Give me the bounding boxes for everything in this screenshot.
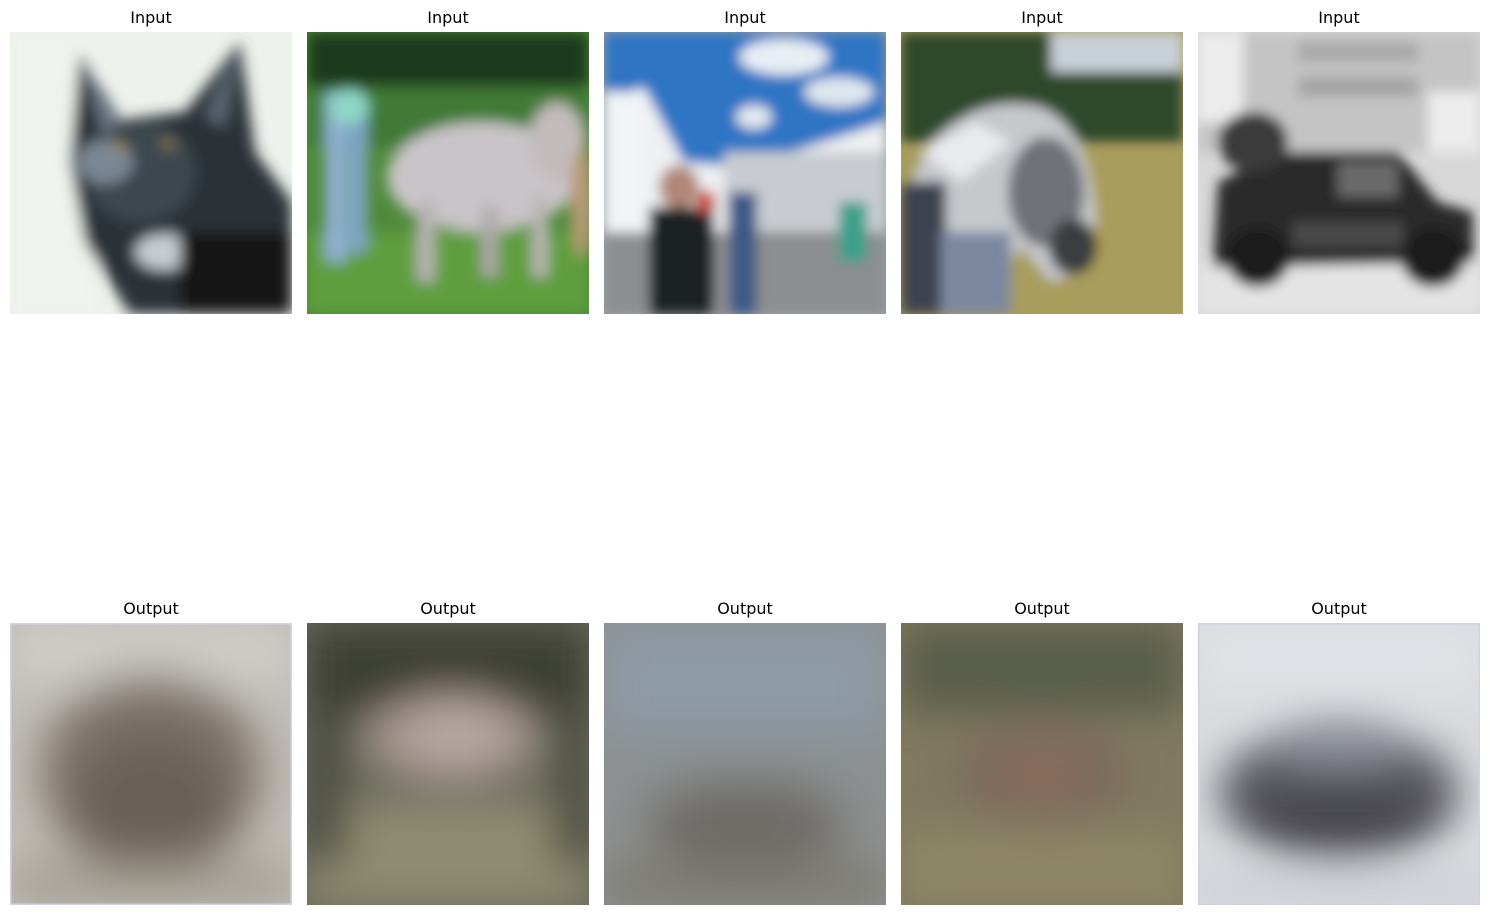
output-image-4 (901, 623, 1183, 905)
panel-title: Output (420, 599, 476, 618)
panel-title: Input (130, 8, 172, 27)
panel-title: Output (717, 599, 773, 618)
panel-title: Input (1021, 8, 1063, 27)
input-image-car (1198, 32, 1480, 314)
panel-title: Output (1311, 599, 1367, 618)
input-image-horse-head (901, 32, 1183, 314)
panel-title: Input (724, 8, 766, 27)
input-image-horse-grass (307, 32, 589, 314)
output-image-1 (10, 623, 292, 905)
input-image-airplane (604, 32, 886, 314)
panel-title: Input (427, 8, 469, 27)
panel-title: Output (1014, 599, 1070, 618)
input-image-cat (10, 32, 292, 314)
output-image-3 (604, 623, 886, 905)
output-image-2 (307, 623, 589, 905)
output-image-5 (1198, 623, 1480, 905)
panel-title: Input (1318, 8, 1360, 27)
panel-title: Output (123, 599, 179, 618)
